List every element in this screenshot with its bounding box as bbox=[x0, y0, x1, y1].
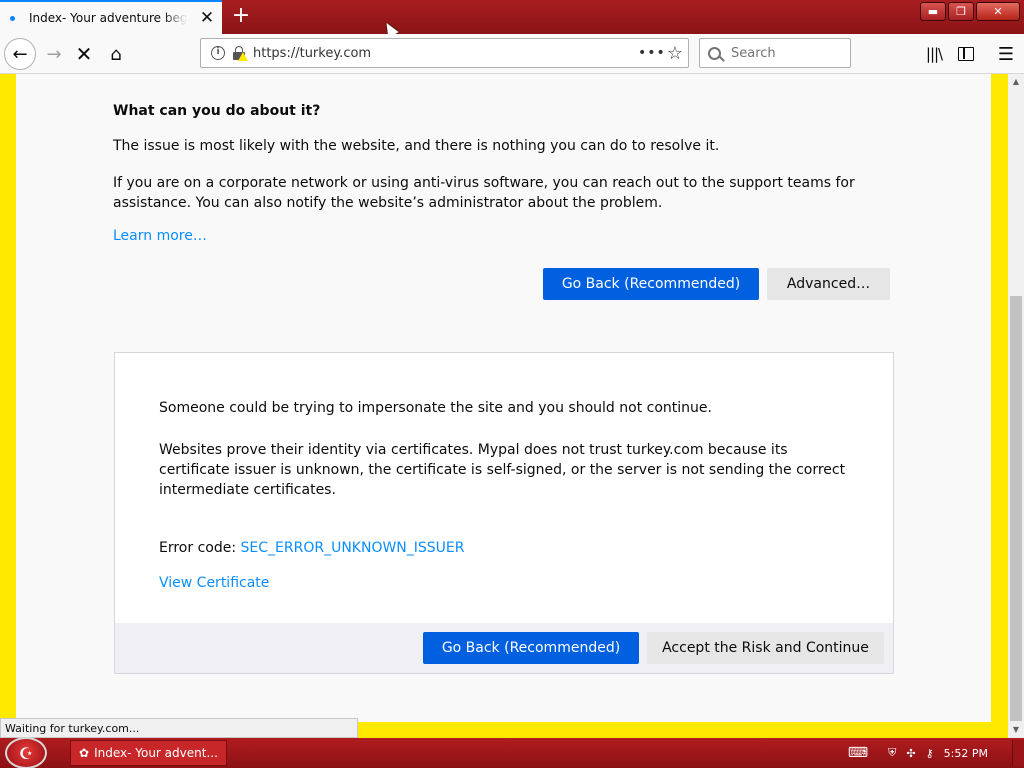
error-code-label: Error code: bbox=[159, 540, 241, 556]
shield-icon[interactable]: ⛨ bbox=[888, 746, 896, 760]
search-input[interactable]: Search bbox=[699, 38, 851, 68]
advanced-panel: Someone could be trying to impersonate t… bbox=[114, 352, 894, 674]
new-tab-button[interactable]: + bbox=[229, 4, 253, 28]
menu-button[interactable]: ☰ bbox=[990, 38, 1022, 70]
learn-more-link[interactable]: Learn more… bbox=[113, 228, 207, 244]
taskbar-item-label: Index- Your advent... bbox=[94, 746, 218, 760]
search-icon bbox=[708, 46, 721, 60]
error-page: What can you do about it? The issue is m… bbox=[16, 74, 991, 722]
scroll-down-icon[interactable]: ▼ bbox=[1008, 722, 1024, 738]
search-placeholder: Search bbox=[731, 45, 776, 61]
url-bar[interactable]: i https://turkey.com ••• ☆ bbox=[200, 38, 689, 68]
scroll-thumb[interactable] bbox=[1010, 296, 1022, 721]
nav-toolbar: ← → ✕ ⌂ i https://turkey.com ••• ☆ Searc… bbox=[0, 34, 1024, 74]
view-certificate-link[interactable]: View Certificate bbox=[159, 575, 269, 591]
start-button[interactable]: ☪ bbox=[5, 737, 47, 768]
network-icon[interactable]: ✣ bbox=[906, 747, 915, 760]
info-icon[interactable]: i bbox=[211, 46, 225, 60]
show-desktop-button[interactable] bbox=[1012, 740, 1024, 766]
loading-dot-icon bbox=[10, 15, 15, 21]
error-code-link[interactable]: SEC_ERROR_UNKNOWN_ISSUER bbox=[241, 540, 465, 556]
window-close-button[interactable]: ✕ bbox=[976, 2, 1020, 21]
impersonate-warning: Someone could be trying to impersonate t… bbox=[159, 400, 712, 416]
advanced-button-bar: Go Back (Recommended) Accept the Risk an… bbox=[115, 623, 893, 673]
go-back-button[interactable]: Go Back (Recommended) bbox=[543, 268, 759, 300]
vertical-scrollbar[interactable]: ▲ ▼ bbox=[1008, 74, 1024, 738]
key-icon[interactable]: ⚷ bbox=[926, 747, 934, 760]
scroll-up-icon[interactable]: ▲ bbox=[1008, 74, 1024, 90]
home-button[interactable]: ⌂ bbox=[100, 38, 132, 70]
status-text: Waiting for turkey.com... bbox=[0, 718, 358, 738]
tab-active[interactable]: Index- Your adventure begins h ✕ bbox=[0, 0, 222, 34]
tab-close-icon[interactable]: ✕ bbox=[199, 10, 215, 27]
forward-button[interactable]: → bbox=[38, 38, 70, 70]
corporate-network-text: If you are on a corporate network or usi… bbox=[113, 175, 855, 211]
certificate-explanation: Websites prove their identity via certif… bbox=[159, 442, 846, 498]
window-controls: ▬ ❐ ✕ bbox=[920, 2, 1020, 21]
advanced-button[interactable]: Advanced… bbox=[767, 268, 890, 300]
page-actions-icon[interactable]: ••• bbox=[638, 45, 665, 61]
sidebar-icon bbox=[958, 47, 974, 61]
bookmark-star-icon[interactable]: ☆ bbox=[662, 43, 688, 64]
keyboard-icon[interactable]: ⌨ bbox=[848, 745, 868, 761]
go-back-button-advanced[interactable]: Go Back (Recommended) bbox=[423, 632, 639, 664]
back-button[interactable]: ← bbox=[4, 38, 36, 70]
accept-risk-button[interactable]: Accept the Risk and Continue bbox=[647, 632, 884, 664]
issue-text: The issue is most likely with the websit… bbox=[113, 138, 720, 154]
taskbar-item-browser[interactable]: ✿ Index- Your advent... bbox=[70, 740, 227, 766]
stop-button[interactable]: ✕ bbox=[68, 38, 100, 70]
browser-app-icon: ✿ bbox=[79, 746, 90, 760]
clock[interactable]: 5:52 PM bbox=[944, 747, 988, 760]
sidebar-toggle-button[interactable] bbox=[950, 38, 982, 70]
taskbar: ☪ ✿ Index- Your advent... ⌨ ⛨ ✣ ⚷ 5:52 P… bbox=[0, 737, 1024, 768]
tab-title: Index- Your adventure begins h bbox=[29, 11, 187, 25]
minimize-button[interactable]: ▬ bbox=[920, 2, 946, 21]
system-tray: ⌨ ⛨ ✣ ⚷ 5:52 PM bbox=[848, 738, 1024, 768]
insecure-lock-icon[interactable] bbox=[233, 46, 248, 61]
error-code-line: Error code: SEC_ERROR_UNKNOWN_ISSUER bbox=[159, 540, 465, 556]
title-bar: Index- Your adventure begins h ✕ + ▬ ❐ ✕ bbox=[0, 0, 1024, 34]
library-button[interactable]: |||\ bbox=[918, 38, 950, 70]
page-heading: What can you do about it? bbox=[113, 103, 321, 119]
maximize-button[interactable]: ❐ bbox=[948, 2, 974, 21]
page-viewport: What can you do about it? The issue is m… bbox=[0, 74, 1008, 738]
url-text[interactable]: https://turkey.com bbox=[253, 46, 638, 61]
